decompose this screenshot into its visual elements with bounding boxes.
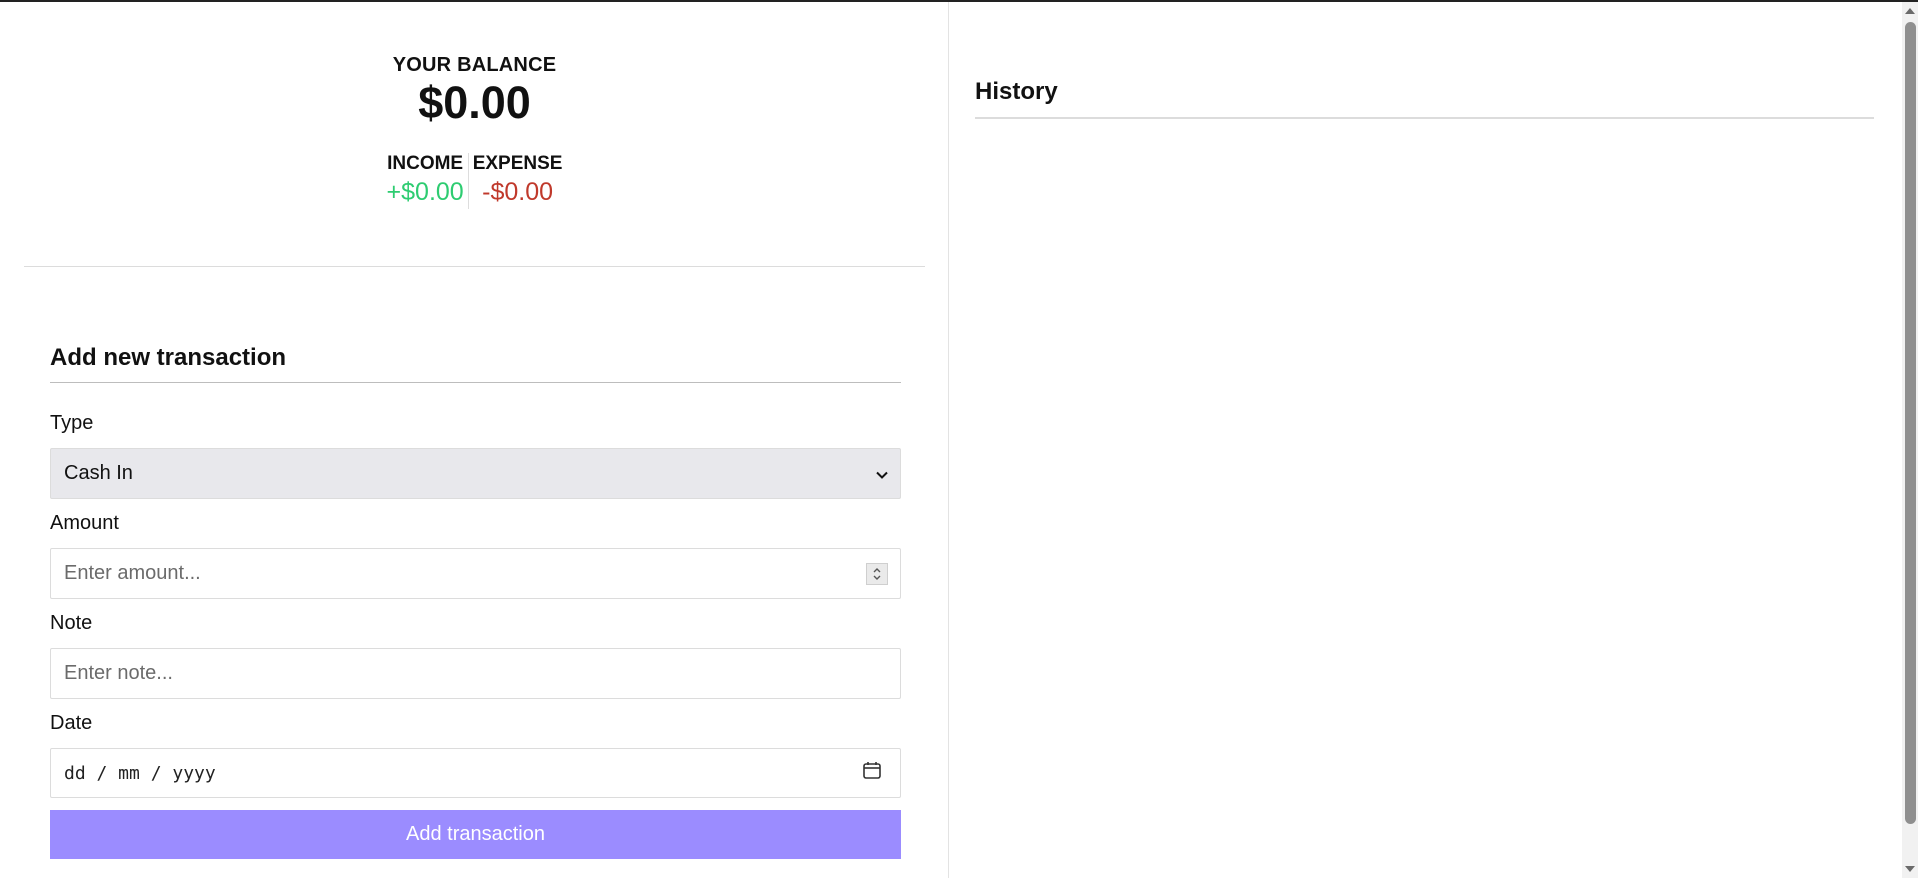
type-label: Type — [50, 412, 94, 434]
form-title: Add new transaction — [50, 344, 901, 383]
date-label: Date — [50, 712, 93, 734]
expense-column: EXPENSE -$0.00 — [469, 153, 567, 209]
expense-value: -$0.00 — [482, 178, 554, 206]
scroll-up-icon[interactable] — [1905, 8, 1915, 14]
scroll-thumb[interactable] — [1905, 22, 1916, 824]
expense-label: EXPENSE — [472, 153, 563, 174]
calendar-icon[interactable] — [862, 760, 882, 786]
page-scrollbar[interactable] — [1902, 2, 1918, 878]
type-select-value: Cash In — [64, 462, 133, 484]
note-input[interactable]: Enter note... — [50, 648, 901, 699]
history-title: History — [975, 78, 1874, 119]
income-value: +$0.00 — [386, 178, 464, 206]
date-placeholder: dd / mm / yyyy — [64, 762, 216, 784]
type-select[interactable]: Cash In — [50, 448, 901, 499]
balance-amount: $0.00 — [418, 77, 531, 128]
note-label: Note — [50, 612, 93, 634]
scroll-down-icon[interactable] — [1905, 866, 1915, 872]
chevron-down-icon — [876, 462, 888, 485]
balance-section: YOUR BALANCE $0.00 — [0, 54, 949, 129]
add-transaction-button[interactable]: Add transaction — [50, 810, 901, 859]
note-placeholder: Enter note... — [64, 662, 173, 684]
spinner-icon[interactable] — [866, 562, 888, 585]
section-divider — [24, 266, 925, 267]
amount-placeholder: Enter amount... — [64, 562, 201, 584]
balance-label: YOUR BALANCE — [392, 54, 557, 76]
amount-label: Amount — [50, 512, 119, 534]
income-label: INCOME — [387, 153, 464, 174]
income-column: INCOME +$0.00 — [383, 153, 469, 209]
transaction-panel: YOUR BALANCE $0.00 INCOME +$0.00 EXPENSE… — [0, 2, 949, 878]
history-panel: History — [950, 2, 1900, 878]
date-input[interactable]: dd / mm / yyyy — [50, 748, 901, 798]
amount-input[interactable]: Enter amount... — [50, 548, 901, 599]
income-expense-summary: INCOME +$0.00 EXPENSE -$0.00 — [0, 153, 949, 209]
